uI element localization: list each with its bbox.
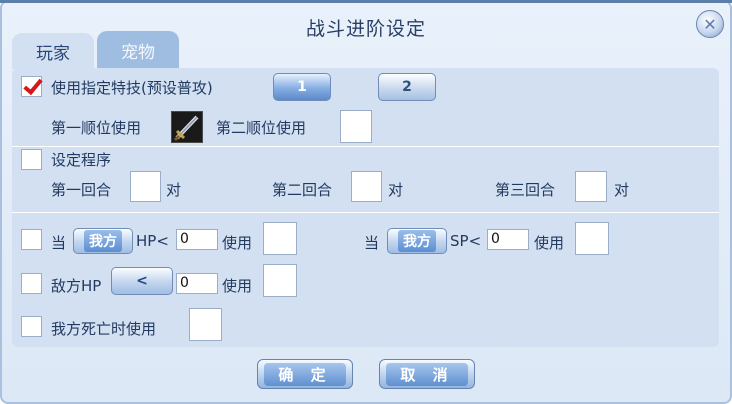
enemy-hp-use-label: 使用 [222, 277, 253, 295]
round2-target-label: 对 [388, 181, 404, 199]
use-skill-label: 使用指定特技(预设普攻) [51, 79, 213, 97]
skill-button-1[interactable]: 1 [273, 73, 331, 101]
round1-slot[interactable] [130, 171, 161, 202]
round3-slot[interactable] [575, 171, 607, 202]
sp-label: SP< [450, 232, 482, 250]
round3-target-label: 对 [614, 181, 630, 199]
first-priority-slot[interactable] [171, 111, 203, 143]
use-skill-checkbox[interactable] [21, 76, 42, 97]
tab-pet[interactable]: 宠物 [97, 31, 179, 69]
hp-threshold-input[interactable]: 0 [176, 229, 218, 250]
hp-condition-checkbox[interactable] [21, 229, 42, 250]
enemy-hp-checkbox[interactable] [21, 273, 42, 294]
sp-threshold-input[interactable]: 0 [487, 229, 529, 250]
second-priority-slot[interactable] [340, 110, 372, 143]
enemy-hp-threshold-input[interactable]: 0 [176, 273, 218, 294]
tab-player[interactable]: 玩家 [12, 33, 94, 69]
sp-prefix-label: 当 [364, 234, 380, 252]
hp-use-label: 使用 [222, 234, 253, 252]
compare-symbol: < [136, 273, 148, 289]
round3-label: 第三回合 [495, 181, 556, 199]
hp-target-button[interactable]: 我方 [73, 228, 133, 254]
sp-target-button[interactable]: 我方 [387, 228, 447, 254]
hp-prefix-label: 当 [51, 234, 67, 252]
round2-label: 第二回合 [272, 181, 333, 199]
hp-label: HP< [136, 232, 169, 250]
hp-target-label: 我方 [84, 230, 122, 252]
hp-use-slot[interactable] [263, 222, 297, 255]
on-death-checkbox[interactable] [21, 316, 42, 337]
on-death-slot[interactable] [189, 308, 222, 341]
enemy-hp-label: 敌方HP [51, 277, 102, 295]
close-icon: ✕ [703, 14, 717, 34]
sword-icon [173, 115, 199, 142]
program-checkbox[interactable] [21, 149, 42, 170]
skill-button-2[interactable]: 2 [378, 73, 436, 101]
sp-use-label: 使用 [534, 234, 565, 252]
program-label: 设定程序 [51, 151, 112, 169]
second-priority-label: 第二顺位使用 [216, 119, 307, 137]
cancel-label: 取 消 [386, 362, 468, 386]
close-button[interactable]: ✕ [696, 10, 724, 38]
round1-target-label: 对 [166, 181, 182, 199]
compare-operator-button[interactable]: < [111, 267, 173, 295]
sp-target-label: 我方 [398, 230, 436, 252]
sp-use-slot[interactable] [575, 222, 609, 255]
divider [12, 212, 719, 213]
first-priority-label: 第一顺位使用 [51, 119, 142, 137]
on-death-label: 我方死亡时使用 [51, 320, 157, 338]
confirm-label: 确 定 [264, 362, 346, 386]
divider [12, 146, 719, 147]
cancel-button[interactable]: 取 消 [379, 359, 475, 389]
enemy-hp-use-slot[interactable] [263, 264, 297, 297]
round2-slot[interactable] [351, 171, 382, 202]
round1-label: 第一回合 [51, 181, 112, 199]
top-strip [0, 0, 732, 3]
confirm-button[interactable]: 确 定 [257, 359, 353, 389]
